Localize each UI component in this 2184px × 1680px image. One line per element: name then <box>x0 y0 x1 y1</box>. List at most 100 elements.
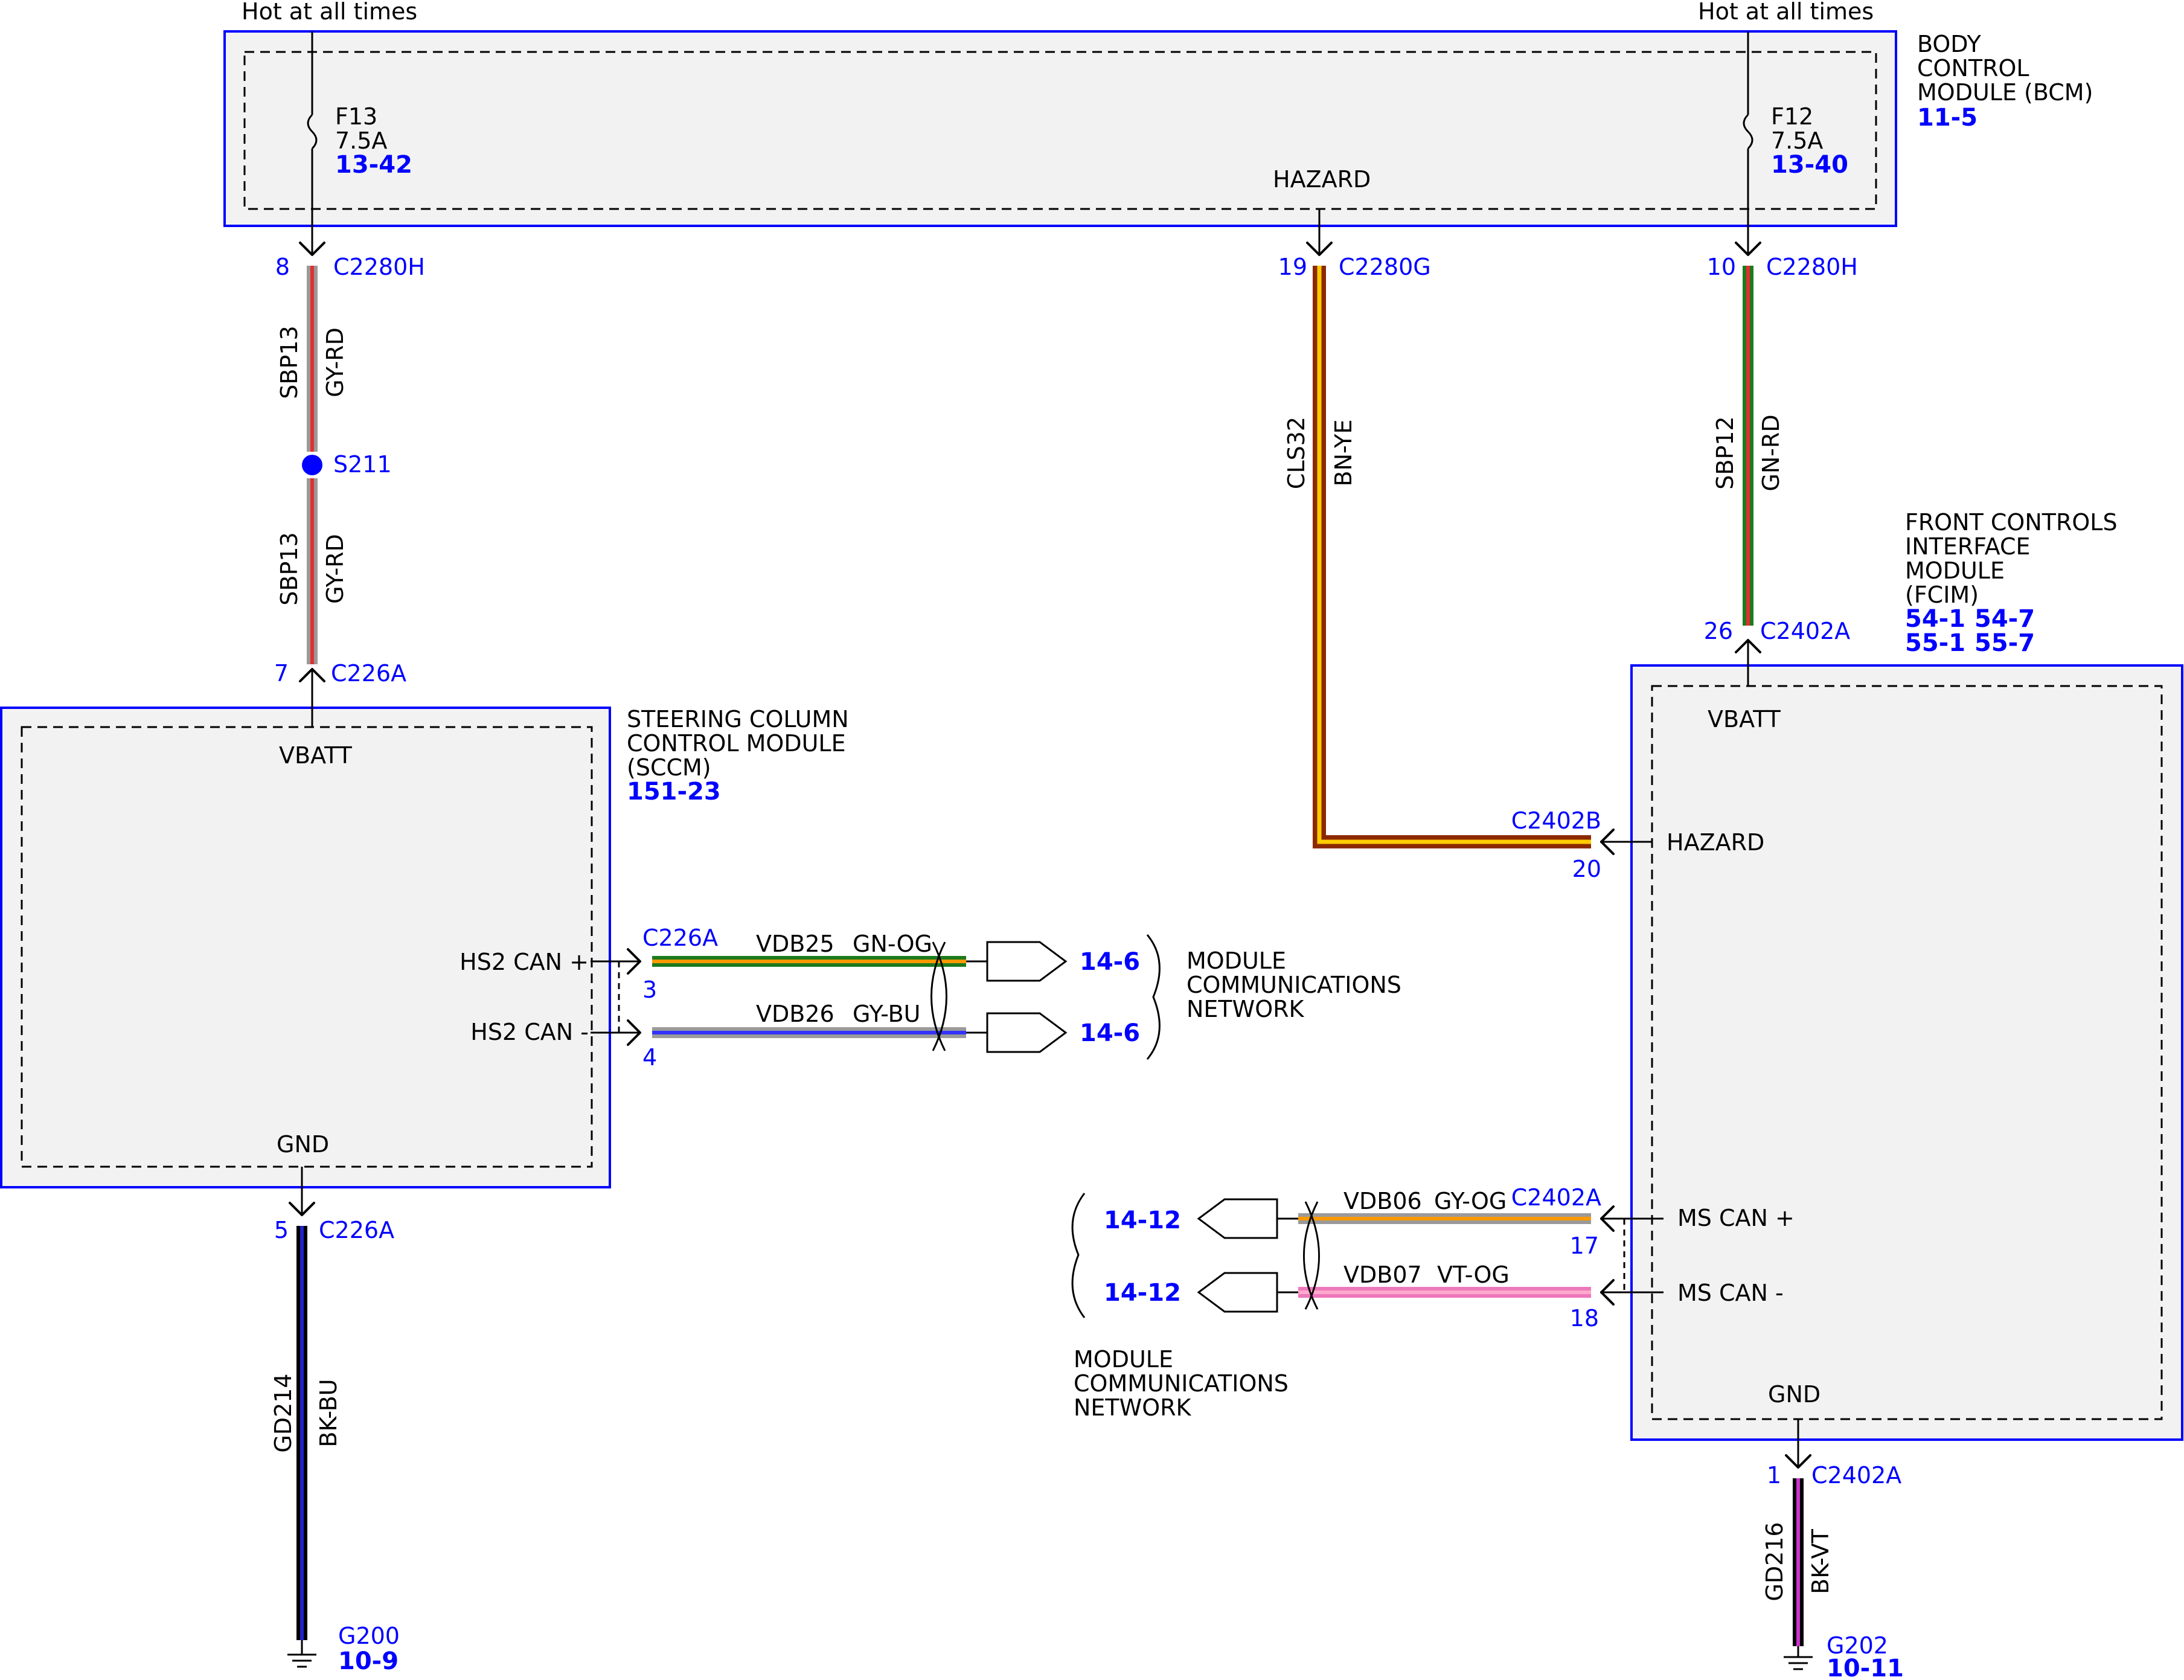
c226a-top-pin: 7 <box>274 660 289 687</box>
wire-cls32[interactable] <box>1313 266 1591 848</box>
network-right-ref-minus[interactable]: 14-6 <box>1080 1019 1140 1047</box>
wire-gd214[interactable] <box>296 1226 307 1640</box>
bcm-ref[interactable]: 11-5 <box>1917 104 1977 132</box>
sccm-name-line1: STEERING COLUMN <box>627 706 849 733</box>
c2280h-left-name[interactable]: C2280H <box>333 254 425 280</box>
fuse-f12-id: F12 <box>1771 103 1813 130</box>
vdb06-circuit: VDB06 <box>1343 1188 1422 1214</box>
sccm-module[interactable] <box>0 707 611 1188</box>
fcim-module[interactable] <box>1630 664 2183 1441</box>
bcm-module[interactable] <box>223 30 1897 227</box>
fuse-f12-ref[interactable]: 13-40 <box>1771 151 1848 179</box>
splice-dot-icon <box>302 455 322 475</box>
cls32-circuit: CLS32 <box>1283 417 1310 489</box>
c2280h-right-pin: 10 <box>1707 254 1736 280</box>
wire-sbp13-upper[interactable] <box>307 266 318 452</box>
sbp12-circuit: SBP12 <box>1712 416 1738 489</box>
c226a-gnd-pin: 5 <box>274 1217 289 1243</box>
vdb26-circuit: VDB26 <box>756 1001 834 1027</box>
bcm-hazard-label: HAZARD <box>1273 166 1371 193</box>
sccm-vbatt-label: VBATT <box>279 742 353 769</box>
wire-vdb26[interactable] <box>652 1027 966 1038</box>
network-right-line2: COMMUNICATIONS <box>1186 972 1401 998</box>
fcim-gnd-label: GND <box>1768 1381 1821 1408</box>
network-right-ref-plus[interactable]: 14-6 <box>1080 948 1140 976</box>
c2402b-name[interactable]: C2402B <box>1511 807 1601 834</box>
wiring-diagram: Hot at all times Hot at all times BODY C… <box>0 0 2183 1680</box>
wire-vdb06[interactable] <box>1298 1213 1591 1224</box>
c226a-top-name[interactable]: C226A <box>331 660 406 687</box>
c2402a-top-name[interactable]: C2402A <box>1760 618 1850 644</box>
fcim-ms-can-plus-label: MS CAN + <box>1677 1205 1795 1231</box>
off-page-connector-icon[interactable] <box>1197 1272 1278 1313</box>
off-page-connector-icon[interactable] <box>986 1012 1068 1053</box>
fuse-f13-ref[interactable]: 13-42 <box>335 151 412 179</box>
sccm-gnd-label: GND <box>277 1131 329 1158</box>
hot-at-all-times-right: Hot at all times <box>1698 0 1874 25</box>
vdb26-color: GY-BU <box>853 1001 921 1027</box>
vdb25-color: GN-OG <box>853 931 932 957</box>
sccm-hs2-can-plus-label: HS2 CAN + <box>460 949 589 975</box>
off-page-connector-icon[interactable] <box>1197 1198 1278 1239</box>
off-page-connector-icon[interactable] <box>986 941 1068 982</box>
network-left-line3: NETWORK <box>1074 1394 1192 1421</box>
ground-g202-ref[interactable]: 10-11 <box>1827 1655 1904 1680</box>
c226a-can-pin-plus: 3 <box>642 976 657 1003</box>
c226a-can-pin-minus: 4 <box>642 1044 657 1071</box>
fcim-name-line1: FRONT CONTROLS <box>1905 509 2118 536</box>
c2402a-top-pin: 26 <box>1704 618 1733 644</box>
fcim-ref-3[interactable]: 55-1 <box>1905 629 1965 657</box>
ground-g200-ref[interactable]: 10-9 <box>338 1647 399 1675</box>
fcim-name-line3: MODULE <box>1905 557 2005 584</box>
sbp13-lower-circuit: SBP13 <box>276 532 303 605</box>
network-left-ref-plus[interactable]: 14-12 <box>1104 1207 1181 1234</box>
fcim-ms-can-minus-label: MS CAN - <box>1677 1280 1784 1306</box>
gd214-color: BK-BU <box>315 1379 342 1447</box>
c2402a-can-pin-minus: 18 <box>1570 1305 1599 1332</box>
fuse-f13-rating: 7.5A <box>335 127 387 154</box>
c2280h-left-pin: 8 <box>275 254 290 280</box>
fuse-f13-id: F13 <box>335 103 377 130</box>
network-left-line2: COMMUNICATIONS <box>1074 1370 1289 1397</box>
fcim-name-line4: (FCIM) <box>1905 582 1979 608</box>
wire-sbp13-lower[interactable] <box>307 478 318 664</box>
wire-vdb07[interactable] <box>1298 1287 1591 1298</box>
ground-g202-icon <box>1784 1646 1813 1670</box>
splice-s211-label: S211 <box>333 451 392 478</box>
sccm-ref[interactable]: 151-23 <box>627 778 721 806</box>
network-left-line1: MODULE <box>1074 1346 1173 1373</box>
network-left-ref-minus[interactable]: 14-12 <box>1104 1279 1181 1307</box>
c2280h-right-name[interactable]: C2280H <box>1766 254 1858 280</box>
sbp12-color: GN-RD <box>1758 414 1784 491</box>
c226a-can-name[interactable]: C226A <box>642 925 718 951</box>
c2402a-gnd-name[interactable]: C2402A <box>1811 1462 1901 1489</box>
bcm-name-line2: CONTROL <box>1917 55 2029 82</box>
sbp13-upper-circuit: SBP13 <box>276 325 303 399</box>
ground-g200-icon <box>287 1640 316 1668</box>
splice-s211[interactable] <box>302 455 322 475</box>
c2402a-can-name[interactable]: C2402A <box>1511 1184 1601 1211</box>
wire-sbp12[interactable] <box>1743 266 1753 626</box>
sbp13-lower-color: GY-RD <box>322 534 348 604</box>
c2280g-name[interactable]: C2280G <box>1339 254 1431 280</box>
fcim-ref-4[interactable]: 55-7 <box>1974 629 2035 657</box>
fcim-vbatt-label: VBATT <box>1708 706 1781 733</box>
brace-icon <box>1071 1193 1086 1318</box>
network-right-line3: NETWORK <box>1186 996 1305 1022</box>
c2280g-pin: 19 <box>1278 254 1307 280</box>
sccm-name-line2: CONTROL MODULE <box>627 730 846 757</box>
gd216-color: BK-VT <box>1807 1528 1834 1594</box>
wire-vdb25[interactable] <box>652 956 966 967</box>
fcim-name-line2: INTERFACE <box>1905 533 2031 560</box>
bcm-name-line3: MODULE (BCM) <box>1917 79 2093 106</box>
sccm-hs2-can-minus-label: HS2 CAN - <box>470 1019 589 1045</box>
c226a-gnd-name[interactable]: C226A <box>319 1217 394 1243</box>
brace-icon <box>1146 934 1161 1060</box>
vdb06-color: GY-OG <box>1434 1188 1507 1214</box>
wire-gd216[interactable] <box>1793 1478 1804 1646</box>
bcm-name-line1: BODY <box>1917 31 1981 57</box>
sccm-name-line3: (SCCM) <box>627 754 711 781</box>
ground-g200-name: G200 <box>338 1623 400 1649</box>
vdb07-color: VT-OG <box>1437 1262 1510 1288</box>
vdb25-circuit: VDB25 <box>756 931 834 957</box>
